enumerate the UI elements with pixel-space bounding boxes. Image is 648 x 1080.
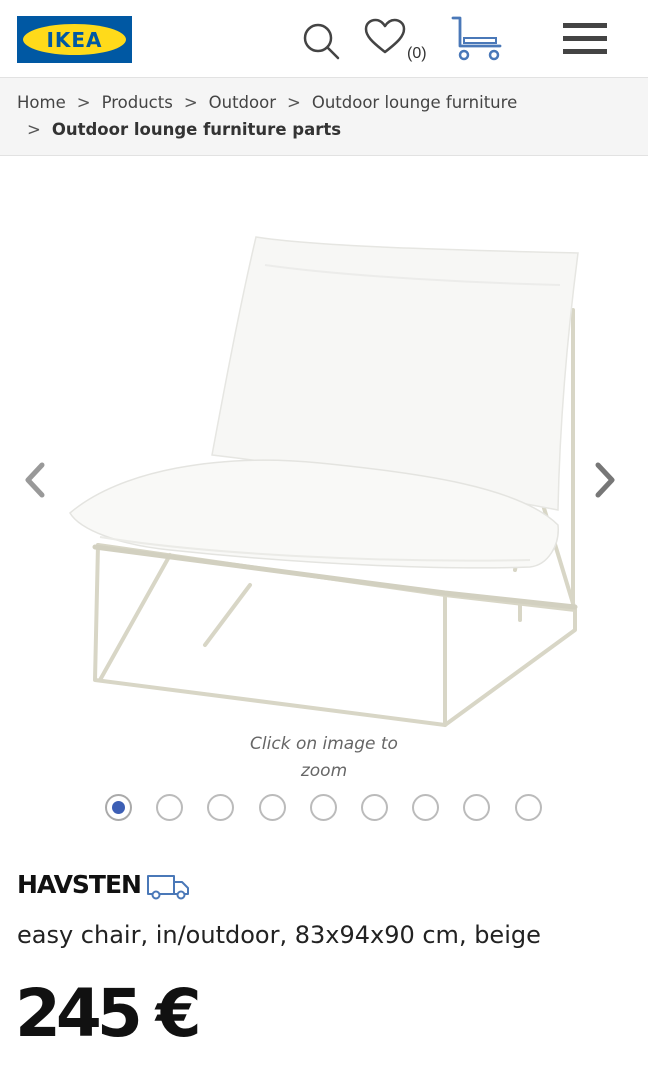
next-image-arrow[interactable]: [590, 460, 620, 500]
pagination-dot[interactable]: [259, 794, 286, 821]
breadcrumb-separator: >: [27, 120, 41, 139]
product-description: easy chair, in/outdoor, 83x94x90 cm, bei…: [17, 921, 541, 949]
product-name[interactable]: HAVSTEN: [17, 870, 142, 899]
pagination-dot[interactable]: [361, 794, 388, 821]
search-icon[interactable]: [300, 20, 342, 62]
breadcrumb-current: Outdoor lounge furniture parts: [51, 120, 342, 139]
pagination-dot[interactable]: [515, 794, 542, 821]
breadcrumb-separator: >: [287, 93, 301, 112]
breadcrumb-products[interactable]: Products: [102, 93, 173, 112]
truck-icon: [147, 875, 189, 900]
product-image[interactable]: [60, 225, 590, 730]
cart-icon[interactable]: [450, 16, 504, 62]
pagination-dot[interactable]: [310, 794, 337, 821]
breadcrumb-line-2: > Outdoor lounge furniture parts: [17, 120, 341, 139]
pagination-dot-active[interactable]: [105, 794, 132, 821]
ikea-logo[interactable]: IKEA: [17, 16, 132, 63]
breadcrumb-outdoor[interactable]: Outdoor: [209, 93, 276, 112]
zoom-hint-line-1: Click on image to: [250, 734, 398, 754]
logo-oval: IKEA: [23, 24, 126, 55]
pagination-dot[interactable]: [412, 794, 439, 821]
pagination-dot[interactable]: [156, 794, 183, 821]
zoom-hint: Click on image to zoom: [224, 731, 424, 785]
heart-icon[interactable]: [364, 18, 406, 56]
pagination-dot[interactable]: [207, 794, 234, 821]
image-pagination: [105, 794, 545, 822]
breadcrumb-separator: >: [183, 93, 198, 112]
zoom-hint-line-2: zoom: [300, 761, 348, 781]
breadcrumb-line-1: Home > Products > Outdoor > Outdoor lounge fur…: [17, 93, 517, 112]
site-header: IKEA (0): [0, 0, 648, 78]
menu-icon[interactable]: [563, 22, 607, 56]
breadcrumb-outdoor-lounge-furniture[interactable]: Outdoor lounge furniture: [312, 93, 517, 112]
logo-text: IKEA: [46, 27, 103, 52]
breadcrumb-home[interactable]: Home: [17, 93, 66, 112]
wishlist-count[interactable]: (0): [407, 45, 427, 63]
breadcrumb-separator: >: [76, 93, 91, 112]
product-price: 245 €: [15, 975, 202, 1052]
previous-image-arrow[interactable]: [20, 460, 50, 500]
breadcrumb: Home > Products > Outdoor > Outdoor lounge fur…: [0, 78, 648, 156]
pagination-dot[interactable]: [463, 794, 490, 821]
